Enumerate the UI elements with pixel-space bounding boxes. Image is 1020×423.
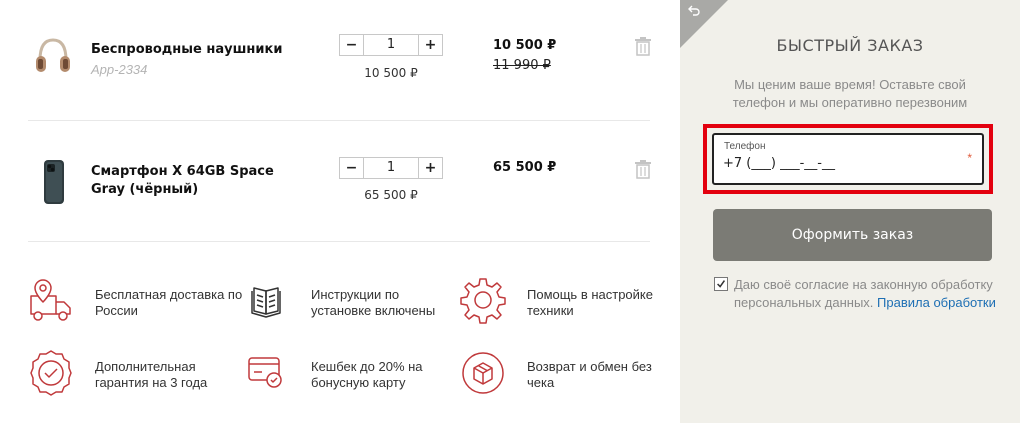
feature-text: Возврат и обмен без чека — [527, 359, 652, 390]
phone-field-highlight: Телефон * — [703, 124, 993, 194]
phone-field[interactable]: Телефон * — [712, 133, 984, 185]
unit-price: 10 500 ₽ — [364, 66, 418, 80]
delivery-truck-icon — [30, 279, 71, 321]
feature-returns: Возврат и обмен без чека — [460, 348, 670, 400]
quantity-stepper: − 1 + — [339, 34, 443, 56]
feature-instructions: Инструкции по установке включены — [244, 276, 454, 328]
privacy-policy-link[interactable]: Правила обработки — [877, 295, 996, 310]
return-box-icon — [462, 352, 504, 394]
item-total: 10 500 ₽ — [493, 38, 557, 53]
panel-title: БЫСТРЫЙ ЗАКАЗ — [776, 36, 924, 55]
phone-label: Телефон — [724, 141, 766, 152]
feature-text: Помощь в настройке техники — [527, 287, 653, 318]
warranty-badge-icon — [30, 350, 72, 396]
product-name[interactable]: Смартфон X 64GB Space Gray (чёрный) — [91, 163, 301, 199]
decrease-quantity-button[interactable]: − — [340, 158, 364, 178]
feature-text: Дополнительная гарантия на 3 года — [95, 359, 208, 390]
quantity-field[interactable]: 1 — [364, 158, 418, 178]
back-arrow-icon[interactable] — [686, 4, 702, 20]
consent-checkbox[interactable] — [714, 277, 728, 291]
feature-free-delivery: Бесплатная доставка по России — [28, 276, 242, 328]
panel-subtitle: Мы ценим ваше время! Оставьте свой телеф… — [732, 77, 968, 110]
phone-input[interactable] — [723, 156, 943, 171]
product-name[interactable]: Беспроводные наушники — [91, 41, 301, 59]
smartphone-thumbnail[interactable] — [34, 157, 72, 211]
gear-icon — [460, 278, 506, 324]
cashback-card-icon — [248, 357, 282, 388]
feature-cashback: Кешбек до 20% на бонусную карту — [244, 348, 454, 400]
increase-quantity-button[interactable]: + — [418, 158, 442, 178]
feature-setup-help: Помощь в настройке техники — [460, 276, 670, 328]
submit-order-button[interactable]: Оформить заказ — [713, 209, 992, 261]
quick-order-panel: БЫСТРЫЙ ЗАКАЗ Мы ценим ваше время! Остав… — [680, 0, 1020, 423]
cart-item: Смартфон X 64GB Space Gray (чёрный) − 1 … — [28, 121, 652, 242]
cart-item: Беспроводные наушники App-2334 − 1 + 10 … — [28, 0, 652, 121]
cart-list: Беспроводные наушники App-2334 − 1 + 10 … — [0, 0, 680, 423]
required-mark: * — [967, 151, 972, 165]
consent-text: Даю своё согласие на законную обработку … — [734, 276, 996, 312]
quantity-stepper: − 1 + — [339, 157, 443, 179]
feature-extended-warranty: Дополнительная гарантия на 3 года — [28, 348, 238, 400]
unit-price: 65 500 ₽ — [364, 188, 418, 202]
headphones-thumbnail[interactable] — [34, 30, 72, 84]
trash-icon[interactable] — [634, 159, 652, 179]
item-old-total: 11 990 ₽ — [493, 58, 551, 73]
increase-quantity-button[interactable]: + — [418, 35, 442, 55]
instruction-book-icon — [251, 287, 281, 318]
item-total: 65 500 ₽ — [493, 160, 557, 175]
quantity-field[interactable]: 1 — [364, 35, 418, 55]
trash-icon[interactable] — [634, 36, 652, 56]
feature-text: Инструкции по установке включены — [311, 287, 436, 318]
feature-text: Кешбек до 20% на бонусную карту — [311, 359, 423, 390]
decrease-quantity-button[interactable]: − — [340, 35, 364, 55]
product-sku: App-2334 — [91, 62, 148, 77]
feature-text: Бесплатная доставка по России — [95, 287, 243, 318]
